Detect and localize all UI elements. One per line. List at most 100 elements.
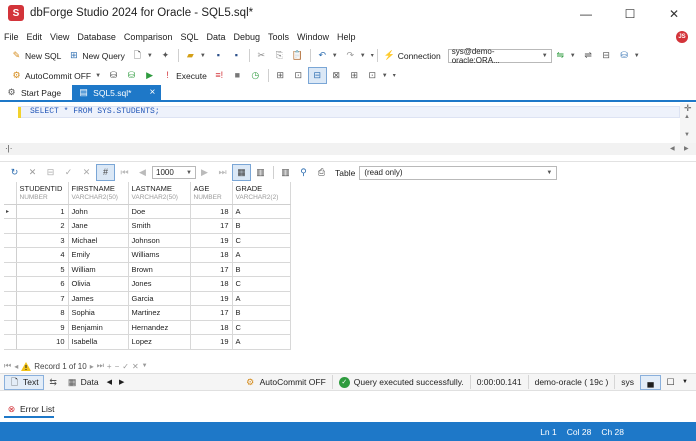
cell-age[interactable]: 18 <box>190 276 233 292</box>
splitter[interactable] <box>0 156 696 162</box>
cell-lastname[interactable]: Hernandez <box>128 320 191 335</box>
row-indicator[interactable] <box>4 291 17 306</box>
cell-age[interactable]: 19 <box>190 291 233 306</box>
page-size-select[interactable]: 1000 ▼ <box>152 166 196 179</box>
column-header-lastname[interactable]: LASTNAME VARCHAR2(50) <box>128 182 191 205</box>
cell-grade[interactable]: A <box>232 204 291 219</box>
table-row[interactable]: 4 Emily Williams 18 A <box>4 247 291 263</box>
layout-button[interactable]: ⊡ <box>290 67 307 84</box>
cell-lastname[interactable]: Martinez <box>128 305 191 321</box>
undo-button[interactable]: ↶ ▼ <box>314 47 341 64</box>
database-button[interactable]: ⛁ ▼ <box>616 47 643 64</box>
post-record-icon[interactable]: ✓ <box>122 362 129 371</box>
prev-page-button[interactable]: ◀ <box>134 164 151 181</box>
cell-firstname[interactable]: Michael <box>68 233 129 248</box>
row-indicator[interactable] <box>4 276 17 292</box>
split-editor-icon[interactable]: ✛ <box>684 103 692 114</box>
card-view-toggle[interactable]: ▥ <box>252 164 269 181</box>
resize-handle-icon[interactable]: ·|· <box>5 144 12 153</box>
save-all-button[interactable]: ▪ <box>228 47 245 64</box>
row-indicator[interactable] <box>4 233 17 248</box>
rollback-button[interactable]: ⛁ <box>123 67 140 84</box>
open-button[interactable]: ▰ ▼ <box>182 47 209 64</box>
column-header-grade[interactable]: GRADE VARCHAR2(2) <box>232 182 291 205</box>
column-header-age[interactable]: AGE NUMBER <box>190 182 233 205</box>
data-grid[interactable]: STUDENTID NUMBER FIRSTNAME VARCHAR2(50) LA… <box>4 182 292 350</box>
connect-button[interactable]: ⇋ ▼ <box>552 47 579 64</box>
column-header-studentid[interactable]: STUDENTID NUMBER <box>16 182 69 205</box>
row-indicator[interactable]: ▸ <box>4 204 17 219</box>
cell-firstname[interactable]: William <box>68 262 129 277</box>
table-row[interactable]: ▸ 1 John Doe 18 A <box>4 204 291 219</box>
refresh-button[interactable]: ↻ <box>6 164 23 181</box>
column-header-firstname[interactable]: FIRSTNAME VARCHAR2(50) <box>68 182 129 205</box>
cell-grade[interactable]: B <box>232 262 291 277</box>
cell-firstname[interactable]: Jane <box>68 218 129 234</box>
prev-record-icon[interactable]: ◂ <box>14 362 18 371</box>
cut-button[interactable]: ✂ <box>253 47 270 64</box>
cell-age[interactable]: 19 <box>190 334 233 350</box>
stop-button[interactable]: ■ <box>229 67 246 84</box>
cell-studentid[interactable]: 3 <box>16 233 69 248</box>
minimize-button[interactable]: — <box>564 0 608 27</box>
sql-editor[interactable]: SELECT * FROM SYS.STUDENTS; ✛ ▲ ▼ <box>0 103 696 143</box>
chevron-down-icon[interactable]: ▼ <box>682 379 688 385</box>
new-query-button[interactable]: ⊞ New Query <box>65 47 128 64</box>
data-view-tab[interactable]: ▦ Data <box>63 375 103 390</box>
scroll-down-icon[interactable]: ▼ <box>684 132 690 138</box>
cell-lastname[interactable]: Smith <box>128 218 191 234</box>
search-button[interactable]: ⚲ <box>295 164 312 181</box>
new-sql-button[interactable]: ✎ New SQL <box>8 47 64 64</box>
first-record-icon[interactable]: ⏮ <box>4 361 11 371</box>
cell-studentid[interactable]: 6 <box>16 276 69 292</box>
format-button[interactable]: ⊞ <box>272 67 289 84</box>
table-row[interactable]: 7 James Garcia 19 A <box>4 291 291 306</box>
cell-firstname[interactable]: Emily <box>68 247 129 263</box>
cell-studentid[interactable]: 9 <box>16 320 69 335</box>
tab-sql5[interactable]: ▤ SQL5.sql* × <box>72 85 162 100</box>
table-row[interactable]: 6 Olivia Jones 18 C <box>4 276 291 292</box>
first-page-button[interactable]: ⏮ <box>116 164 133 181</box>
chevron-down-icon[interactable]: ▼ <box>142 363 148 369</box>
cell-grade[interactable]: C <box>232 233 291 248</box>
cell-lastname[interactable]: Johnson <box>128 233 191 248</box>
menu-window[interactable]: Window <box>297 32 329 42</box>
menu-data[interactable]: Data <box>206 32 225 42</box>
row-indicator[interactable] <box>4 262 17 277</box>
connection-select[interactable]: sys@demo-oracle:ORA... ▼ <box>447 47 552 65</box>
new-object-button[interactable]: ✦ <box>157 47 174 64</box>
last-page-button[interactable]: ⏭ <box>214 164 231 181</box>
row-indicator[interactable] <box>4 334 17 350</box>
menu-sql[interactable]: SQL <box>180 32 198 42</box>
error-list-tab[interactable]: ⊗ Error List <box>4 402 56 416</box>
cancel-record-icon[interactable]: ✕ <box>132 362 139 371</box>
cell-firstname[interactable]: Isabella <box>68 334 129 350</box>
menu-comparison[interactable]: Comparison <box>124 32 173 42</box>
prev-tab-icon[interactable]: ◀ <box>107 378 112 386</box>
cell-studentid[interactable]: 4 <box>16 247 69 263</box>
cell-grade[interactable]: A <box>232 247 291 263</box>
row-indicator[interactable] <box>4 320 17 335</box>
menu-database[interactable]: Database <box>77 32 116 42</box>
cell-grade[interactable]: C <box>232 276 291 292</box>
text-view-tab[interactable]: 🗋 Text <box>4 374 44 390</box>
table-row[interactable]: 3 Michael Johnson 19 C <box>4 233 291 248</box>
last-record-icon[interactable]: ⏭ <box>97 361 104 371</box>
table-row[interactable]: 9 Benjamin Hernandez 18 C <box>4 320 291 335</box>
paste-button[interactable]: 📋 <box>289 47 306 64</box>
float-button[interactable]: ☐ <box>661 375 680 390</box>
menu-help[interactable]: Help <box>337 32 356 42</box>
next-tab-icon[interactable]: ▶ <box>119 378 124 386</box>
cancel-button[interactable]: ✕ <box>24 164 41 181</box>
cell-studentid[interactable]: 5 <box>16 262 69 277</box>
outline-button[interactable]: ⊡ ▼ <box>364 67 391 84</box>
menu-view[interactable]: View <box>50 32 69 42</box>
cell-grade[interactable]: B <box>232 218 291 234</box>
cell-firstname[interactable]: Benjamin <box>68 320 129 335</box>
toolbar-overflow-icon[interactable]: ▾ <box>393 72 396 79</box>
execute-button[interactable]: ! Execute <box>159 67 210 84</box>
table-row[interactable]: 8 Sophia Martinez 17 B <box>4 305 291 321</box>
scroll-left-icon[interactable]: ◀ <box>670 145 675 152</box>
scroll-up-icon[interactable]: ▲ <box>684 114 690 120</box>
add-record-icon[interactable]: + <box>107 362 112 371</box>
